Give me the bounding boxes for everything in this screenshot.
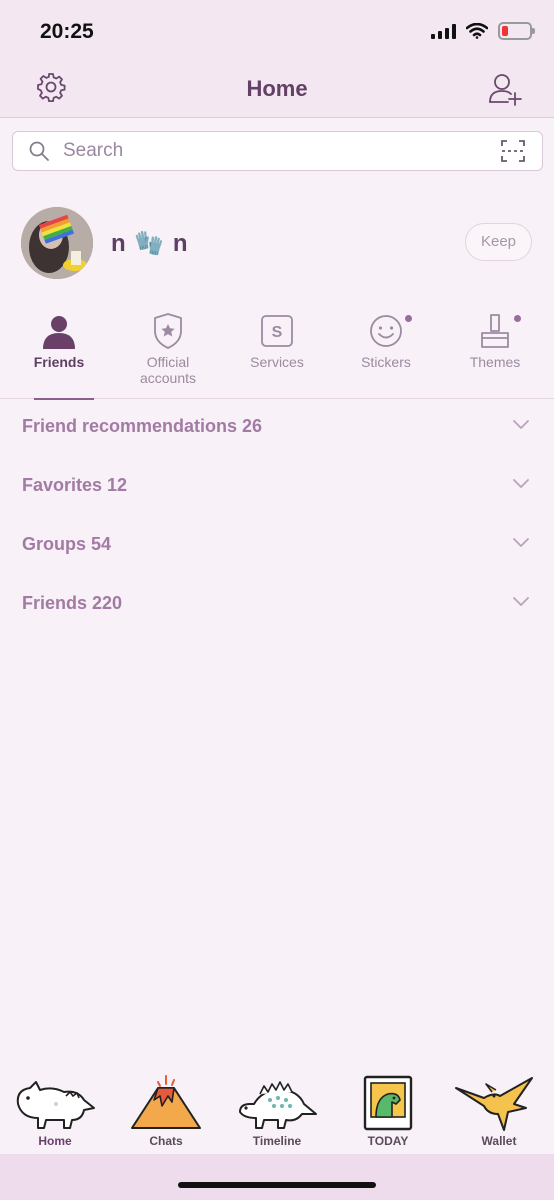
tab-friends[interactable]: Friends: [4, 305, 114, 400]
person-icon: [43, 316, 75, 349]
chevron-down-icon: [513, 479, 529, 488]
nav-chats[interactable]: Chats: [111, 1070, 221, 1154]
scan-icon[interactable]: [501, 140, 525, 162]
tab-label: Stickers: [361, 354, 411, 370]
tab-label: Friends: [33, 354, 85, 370]
list-item-label: Friends 220: [22, 593, 123, 613]
dinosaur-icon: [16, 1081, 95, 1129]
nav-label: Chats: [149, 1134, 183, 1148]
new-badge-dot: [405, 315, 412, 322]
nav-home[interactable]: Home: [0, 1070, 110, 1154]
home-indicator-area: [0, 1154, 554, 1200]
profile-name: n 🧤 n: [111, 230, 189, 257]
brush-icon: [481, 314, 509, 348]
smiley-icon: [370, 315, 402, 347]
avatar[interactable]: [21, 207, 93, 279]
list-item-friend-recommendations[interactable]: Friend recommendations 26: [0, 398, 554, 457]
list-item-groups[interactable]: Groups 54: [0, 516, 554, 575]
list-item-favorites[interactable]: Favorites 12: [0, 457, 554, 516]
search-bar: [12, 131, 543, 171]
list-item-label: Favorites 12: [22, 475, 128, 495]
keep-button[interactable]: Keep: [465, 223, 532, 261]
nav-label: Timeline: [252, 1134, 302, 1148]
chevron-down-icon: [513, 597, 529, 606]
nav-timeline[interactable]: Timeline: [222, 1070, 332, 1154]
tab-label: Services: [250, 354, 304, 370]
nav-wallet[interactable]: Wallet: [444, 1070, 554, 1154]
nav-today[interactable]: TODAY: [333, 1070, 443, 1154]
chevron-down-icon: [513, 538, 529, 547]
wifi-icon: [466, 23, 488, 39]
page-title: Home: [246, 76, 308, 101]
nav-label: TODAY: [367, 1134, 409, 1148]
frame-dino-icon: [363, 1075, 413, 1131]
tab-label: Themes: [469, 354, 521, 370]
pterodactyl-icon: [455, 1077, 533, 1131]
list-item-friends[interactable]: Friends 220: [0, 575, 554, 634]
home-indicator[interactable]: [178, 1182, 376, 1188]
category-tabs: Friends Official accounts S Services Sti…: [0, 305, 554, 400]
volcano-icon: [131, 1075, 201, 1129]
chevron-down-icon: [513, 420, 529, 429]
status-bar: 20:25: [0, 0, 554, 66]
services-s-icon: S: [261, 315, 293, 347]
svg-text:S: S: [272, 324, 283, 341]
nav-label: Home: [38, 1134, 72, 1148]
tab-stickers[interactable]: Stickers: [331, 305, 441, 399]
profile-row[interactable]: n 🧤 n Keep: [0, 205, 554, 281]
shield-star-icon: [154, 313, 182, 349]
tab-themes[interactable]: Themes: [440, 305, 550, 399]
nav-label: Wallet: [481, 1134, 517, 1148]
status-icons: [431, 22, 535, 40]
search-input[interactable]: [63, 132, 463, 170]
new-badge-dot: [514, 315, 521, 322]
list-item-label: Friend recommendations 26: [22, 416, 263, 436]
signal-icon: [431, 23, 456, 39]
bottom-nav: Home Chats Timeline TODAY Wallet: [0, 1070, 554, 1154]
stegosaurus-icon: [239, 1081, 317, 1129]
search-icon: [29, 141, 49, 161]
add-friend-icon[interactable]: [488, 72, 524, 106]
battery-icon: [498, 22, 535, 40]
status-time: 20:25: [40, 20, 94, 43]
tab-label: Official accounts: [139, 354, 197, 386]
tab-official-accounts[interactable]: Official accounts: [113, 305, 223, 399]
tab-services[interactable]: S Services: [222, 305, 332, 399]
avatar-photo: [21, 207, 93, 279]
header: Home: [0, 66, 554, 118]
list-item-label: Groups 54: [22, 534, 112, 554]
